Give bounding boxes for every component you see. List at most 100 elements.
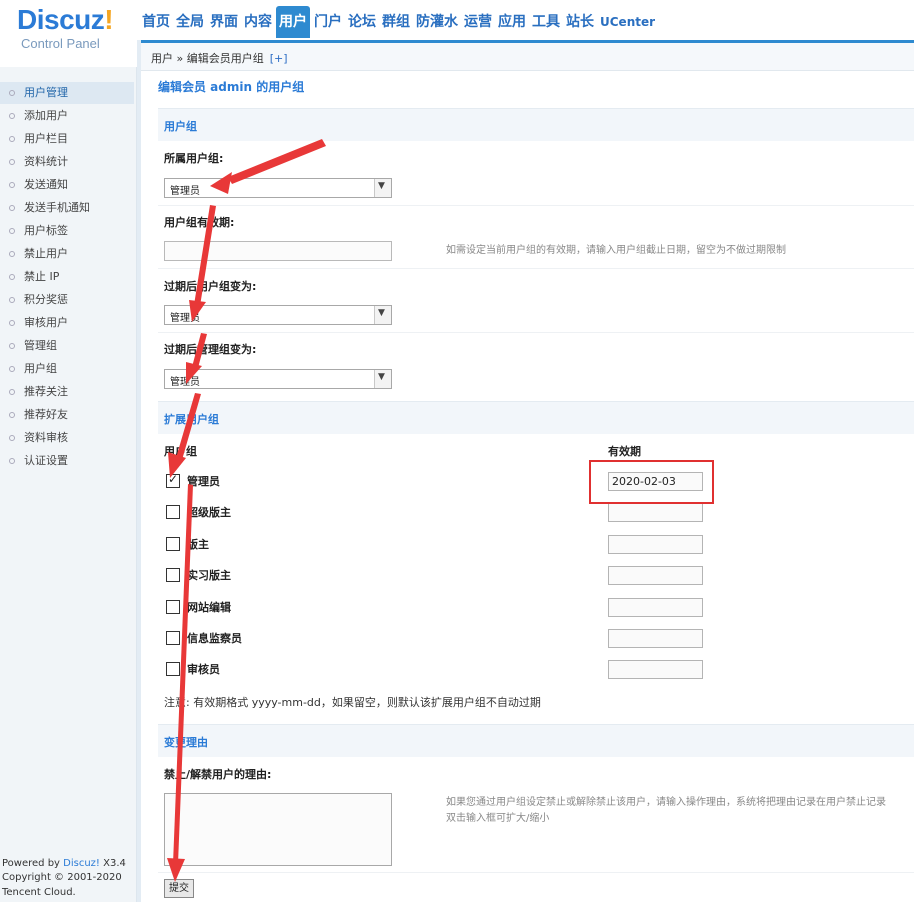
sidebar-item-label: 用户标签 (24, 224, 68, 237)
sidebar-item-12[interactable]: 用户组 (0, 358, 134, 380)
extgroup-checkbox[interactable] (166, 505, 180, 520)
extgroup-label: 版主 (187, 537, 209, 551)
bullet-icon (9, 274, 15, 280)
sidebar-item-label: 添加用户 (24, 109, 68, 122)
nav-item-3[interactable]: 内容 (242, 6, 274, 38)
sidebar-item-label: 禁止用户 (24, 247, 68, 260)
nav-item-5[interactable]: 门户 (312, 6, 344, 38)
nav-item-1[interactable]: 全局 (174, 6, 206, 38)
sidebar-divider[interactable] (137, 40, 141, 902)
sidebar-item-4[interactable]: 发送通知 (0, 174, 134, 196)
extgroup-label: 信息监察员 (187, 632, 242, 645)
chevron-down-icon: ▼ (374, 306, 391, 324)
bullet-icon (9, 297, 15, 303)
sidebar-item-7[interactable]: 禁止用户 (0, 243, 134, 265)
sidebar-item-label: 管理组 (24, 339, 57, 352)
sidebar-item-5[interactable]: 发送手机通知 (0, 197, 134, 219)
extgroup-expiry-input[interactable] (608, 534, 703, 554)
sidebar-item-15[interactable]: 资料审核 (0, 427, 134, 449)
sidebar-item-label: 资料审核 (24, 431, 68, 444)
bullet-icon (9, 389, 15, 395)
section-usergroup-header: 用户组 (158, 108, 914, 141)
bullet-icon (9, 320, 15, 326)
nav-item-0[interactable]: 首页 (140, 6, 172, 38)
sidebar-item-label: 积分奖惩 (24, 293, 68, 306)
nav-item-2[interactable]: 界面 (208, 6, 240, 38)
nav-item-12[interactable]: 站长 (564, 6, 596, 38)
sidebar-footer: Powered by Discuz! X3.4 Copyright © 2001… (2, 857, 126, 898)
bullet-icon (9, 435, 15, 441)
checkmark-icon: ✓ (168, 472, 179, 486)
extgroup-expiry-input[interactable] (608, 566, 703, 586)
extgroup-checkbox[interactable] (166, 568, 180, 583)
expiry-input[interactable] (164, 241, 392, 261)
extgroup-checkbox[interactable] (166, 599, 180, 614)
reason-textarea[interactable] (164, 793, 392, 866)
sidebar-item-2[interactable]: 用户栏目 (0, 128, 134, 150)
extgroup-checkbox[interactable] (166, 662, 180, 677)
sidebar-item-0[interactable]: 用户管理 (0, 82, 134, 104)
nav-item-7[interactable]: 群组 (380, 6, 412, 38)
nav-item-6[interactable]: 论坛 (346, 6, 378, 38)
after-group-select[interactable]: 管理员 ▼ (164, 305, 392, 325)
logo[interactable]: Discuz! Control Panel (0, 0, 137, 67)
after-group-label: 过期后用户组变为: (164, 280, 257, 293)
sidebar-item-label: 禁止 IP (24, 270, 60, 283)
after-admin-select[interactable]: 管理员 ▼ (164, 369, 392, 389)
sidebar-item-1[interactable]: 添加用户 (0, 105, 134, 127)
group-select[interactable]: 管理员 ▼ (164, 178, 392, 198)
bullet-icon (9, 412, 15, 418)
extgroup-expiry-input[interactable] (608, 503, 703, 523)
reason-hint: 如果您通过用户组设定禁止或解除禁止该用户，请输入操作理由，系统将把理由记录在用户… (446, 797, 886, 824)
extgroup-label: 实习版主 (187, 569, 231, 583)
sidebar-item-label: 推荐关注 (24, 385, 68, 398)
sidebar-item-9[interactable]: 积分奖惩 (0, 289, 134, 311)
sidebar-item-8[interactable]: 禁止 IP (0, 266, 134, 288)
extgroup-expiry-input[interactable] (608, 597, 703, 617)
extgroup-checkbox[interactable]: ✓ (166, 472, 180, 488)
sidebar-item-11[interactable]: 管理组 (0, 335, 134, 357)
extgroup-checkbox[interactable] (166, 631, 180, 645)
bullet-icon (9, 159, 15, 165)
section-reason-header: 变更理由 (158, 724, 914, 757)
chevron-down-icon: ▼ (374, 370, 391, 388)
nav-item-10[interactable]: 应用 (496, 6, 528, 38)
bullet-icon (9, 113, 15, 119)
nav-item-4[interactable]: 用户 (276, 6, 310, 38)
sidebar-item-label: 发送通知 (24, 178, 68, 191)
chevron-down-icon: ▼ (374, 179, 391, 197)
nav-item-13[interactable]: UCenter (598, 6, 657, 38)
sidebar-item-label: 资料统计 (24, 155, 68, 168)
bullet-icon (9, 205, 15, 211)
sidebar-item-13[interactable]: 推荐关注 (0, 381, 134, 403)
sidebar-item-label: 发送手机通知 (24, 201, 90, 214)
breadcrumb-add-link[interactable]: [+] (270, 52, 288, 65)
extgroup-expiry-input[interactable] (608, 629, 703, 648)
nav-item-11[interactable]: 工具 (530, 6, 562, 38)
breadcrumb-text: 用户 » 编辑会员用户组 (151, 52, 264, 65)
extgroup-label: 管理员 (187, 475, 220, 488)
sidebar-item-14[interactable]: 推荐好友 (0, 404, 134, 426)
submit-button[interactable]: 提交 (164, 879, 194, 898)
bullet-icon (9, 251, 15, 257)
sidebar-item-label: 认证设置 (24, 454, 68, 467)
col-expiry: 有效期 (608, 445, 641, 458)
extgroup-expiry-input[interactable] (608, 660, 703, 680)
sidebar-item-10[interactable]: 审核用户 (0, 312, 134, 334)
bullet-icon (9, 136, 15, 142)
sidebar-item-label: 用户栏目 (24, 132, 68, 145)
bullet-icon (9, 366, 15, 372)
bullet-icon (9, 343, 15, 349)
sidebar-item-6[interactable]: 用户标签 (0, 220, 134, 242)
sidebar-item-label: 用户管理 (24, 86, 68, 99)
logo-subtitle: Control Panel (21, 36, 100, 51)
highlight-box (589, 460, 714, 504)
after-admin-label: 过期后管理组变为: (164, 343, 257, 356)
sidebar: Powered by Discuz! X3.4 Copyright © 2001… (0, 67, 137, 902)
sidebar-item-16[interactable]: 认证设置 (0, 450, 134, 472)
extgroup-checkbox[interactable] (166, 536, 180, 551)
group-label: 所属用户组: (164, 152, 224, 165)
nav-item-9[interactable]: 运营 (462, 6, 494, 38)
nav-item-8[interactable]: 防灌水 (414, 6, 460, 38)
sidebar-item-3[interactable]: 资料统计 (0, 151, 134, 173)
